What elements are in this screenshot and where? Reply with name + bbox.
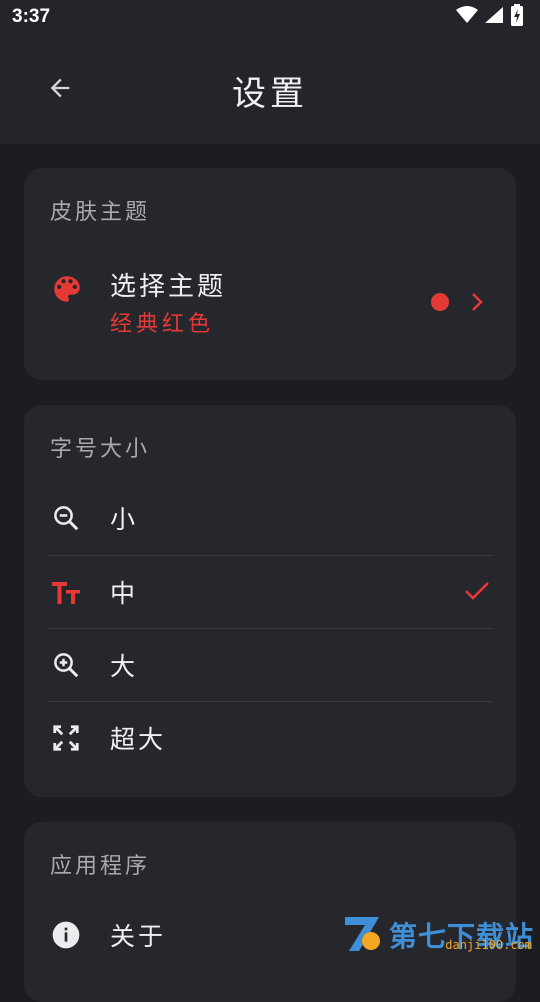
info-icon [50,919,82,951]
font-size-option-small[interactable]: 小 [24,482,516,555]
watermark-url: danji100.com [445,938,532,952]
zoom-out-icon [50,502,82,534]
font-size-option-label: 大 [110,652,139,681]
font-size-option-label: 小 [110,505,139,534]
about-label: 关于 [110,922,167,951]
fullscreen-icon [50,722,82,754]
battery-icon [510,4,524,30]
section-title-application: 应用程序 [50,854,151,879]
signal-icon [484,6,504,28]
font-size-option-extra-large[interactable]: 超大 [24,702,516,775]
app-bar: 设置 [0,36,540,144]
skin-theme-card: 皮肤主题 选择主题 经典红色 [24,168,516,380]
status-icons [456,4,524,30]
current-theme-value: 经典红色 [110,312,215,337]
chevron-right-icon [468,290,486,318]
watermark: 第七下载站 [341,910,534,960]
page-title: 设置 [232,74,308,114]
font-size-option-large[interactable]: 大 [24,629,516,702]
watermark-logo-icon [341,911,385,959]
status-time: 3:37 [12,6,51,27]
font-size-option-label: 中 [110,579,139,608]
font-size-card: 字号大小 小 中 大 超大 [24,405,516,797]
palette-icon [50,272,84,306]
checkmark-icon [464,580,490,606]
choose-theme-item[interactable]: 选择主题 经典红色 [24,246,516,337]
section-title-font-size: 字号大小 [50,437,151,462]
wifi-icon [456,6,478,28]
zoom-in-icon [50,649,82,681]
font-size-option-medium[interactable]: 中 [24,556,516,629]
choose-theme-label: 选择主题 [110,272,227,302]
status-bar: 3:37 [0,0,540,36]
font-size-option-label: 超大 [110,725,167,754]
text-size-icon [50,576,82,608]
theme-color-swatch [431,293,449,311]
section-title-skin-theme: 皮肤主题 [50,200,151,225]
